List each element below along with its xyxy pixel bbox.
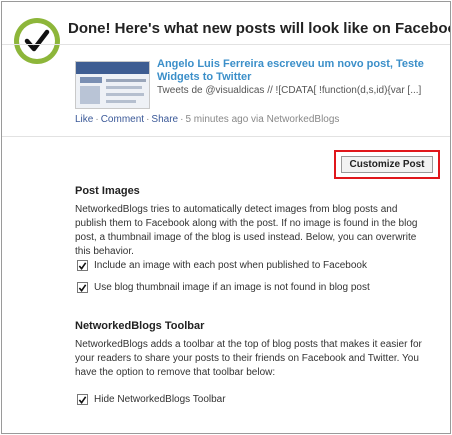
hide-toolbar-option[interactable]: Hide NetworkedBlogs Toolbar <box>77 394 226 405</box>
blog-thumbnail-label: Use blog thumbnail image if an image is … <box>94 282 370 293</box>
comment-link[interactable]: Comment <box>101 114 144 125</box>
post-snippet: Tweets de @visualdicas // ![CDATA[ !func… <box>157 85 422 96</box>
check-circle-inner <box>19 23 55 59</box>
toolbar-description: NetworkedBlogs adds a toolbar at the top… <box>75 339 422 378</box>
dialog-frame: Done! Here's what new posts will look li… <box>1 1 451 434</box>
like-link[interactable]: Like <box>75 114 93 125</box>
dot-separator: · <box>146 114 150 125</box>
customize-post-button[interactable]: Customize Post <box>341 156 433 173</box>
share-link[interactable]: Share <box>151 114 178 125</box>
include-image-option[interactable]: Include an image with each post when pub… <box>77 260 367 271</box>
checkmark-glyph <box>24 29 50 52</box>
post-title-link[interactable]: Angelo Luis Ferreira escreveu um novo po… <box>157 58 442 84</box>
customize-highlight: Customize Post <box>334 150 440 179</box>
post-actions: Like · Comment · Share · 5 minutes ago via Net… <box>75 114 339 125</box>
checkmark-icon <box>78 283 87 292</box>
hide-toolbar-checkbox[interactable] <box>77 394 88 405</box>
post-images-heading: Post Images <box>75 185 140 197</box>
divider <box>2 44 450 45</box>
include-image-checkbox[interactable] <box>77 260 88 271</box>
blog-thumbnail-checkbox[interactable] <box>77 282 88 293</box>
post-thumbnail <box>75 61 150 109</box>
divider <box>2 136 450 137</box>
check-circle-icon <box>14 18 60 64</box>
checkmark-icon <box>78 261 87 270</box>
include-image-label: Include an image with each post when pub… <box>94 260 367 271</box>
blog-thumbnail-option[interactable]: Use blog thumbnail image if an image is … <box>77 282 370 293</box>
page-title: Done! Here's what new posts will look li… <box>68 20 451 37</box>
toolbar-heading: NetworkedBlogs Toolbar <box>75 320 205 332</box>
dot-separator: · <box>95 114 99 125</box>
post-meta: 5 minutes ago via NetworkedBlogs <box>185 114 340 125</box>
dot-separator: · <box>180 114 184 125</box>
hide-toolbar-label: Hide NetworkedBlogs Toolbar <box>94 394 226 405</box>
checkmark-icon <box>78 395 87 404</box>
post-images-description: NetworkedBlogs tries to automatically de… <box>75 204 418 257</box>
